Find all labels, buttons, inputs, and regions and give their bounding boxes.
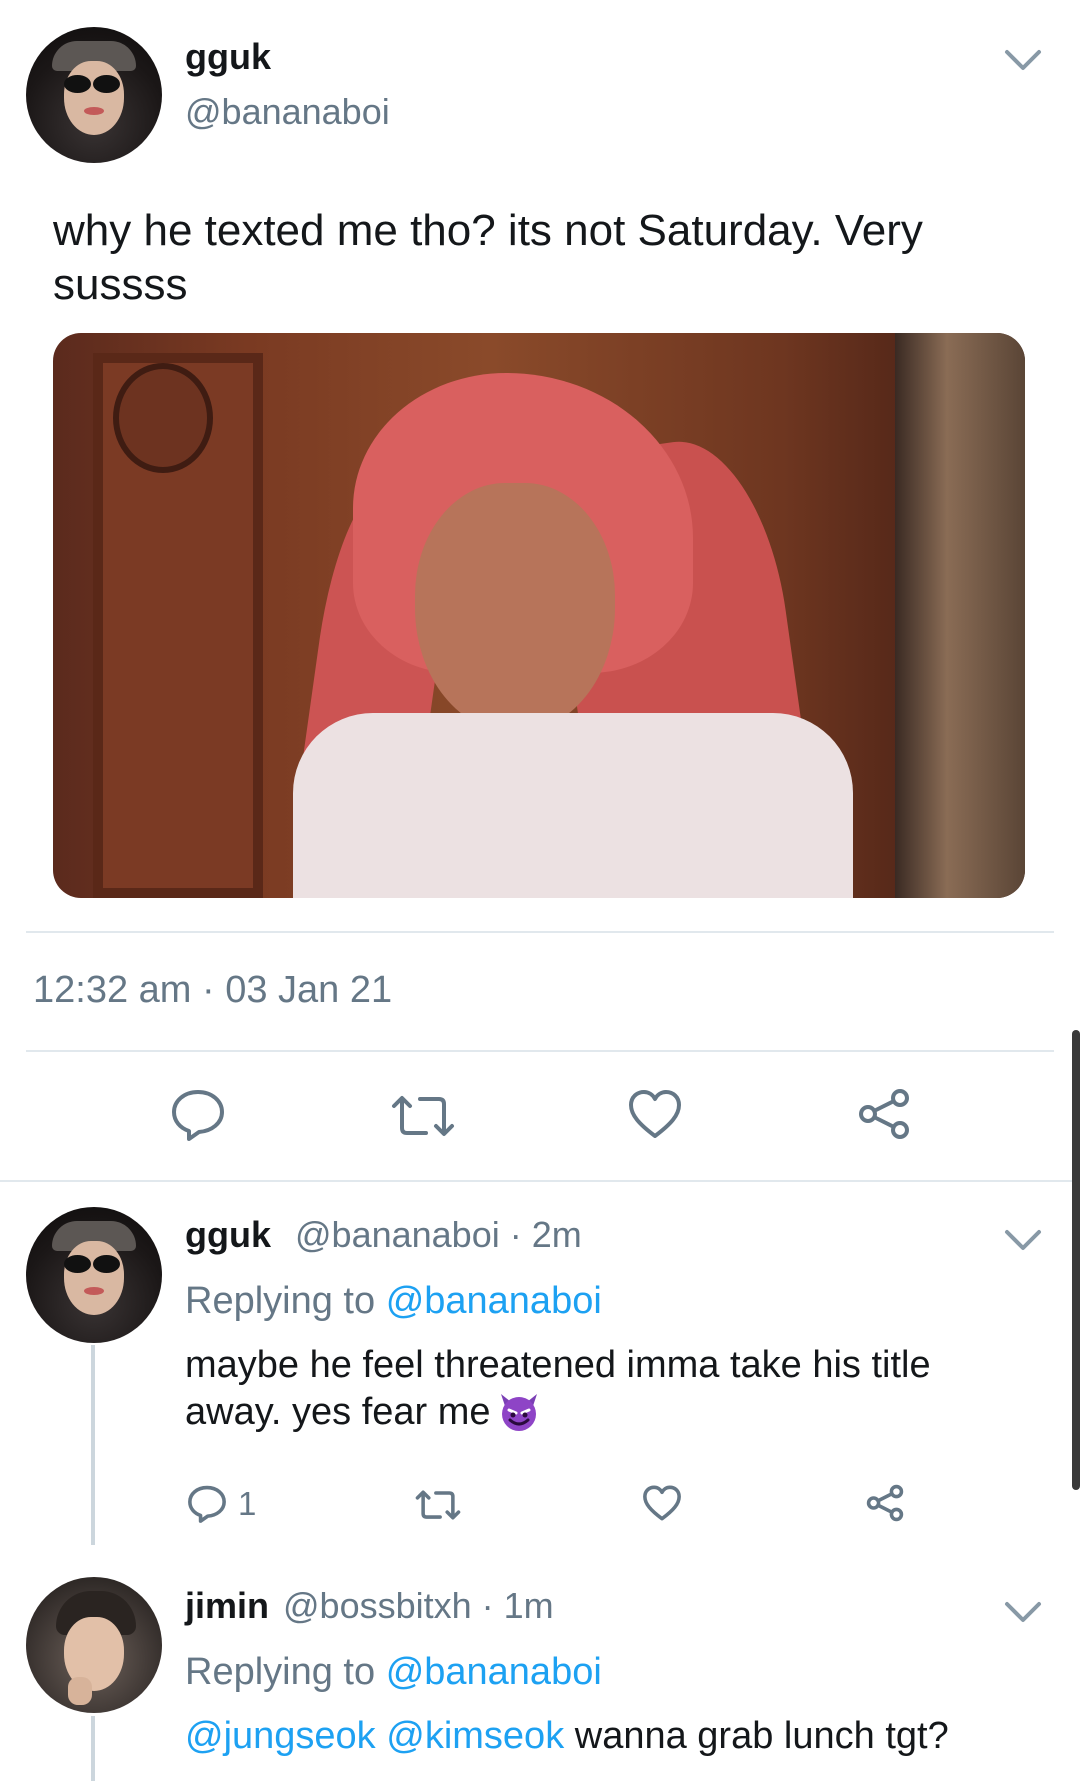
scrollbar[interactable] — [1072, 1030, 1080, 1490]
retweet-button[interactable] — [388, 1092, 458, 1140]
thread-line — [91, 1716, 95, 1781]
tweet-timestamp: 12:32 am · 03 Jan 21 — [33, 969, 393, 1011]
share-icon — [859, 1089, 909, 1139]
reply-button[interactable] — [187, 1484, 227, 1524]
chevron-down-icon[interactable] — [1003, 1228, 1043, 1254]
author-name[interactable]: gguk — [185, 1214, 271, 1256]
retweet-button[interactable] — [413, 1488, 463, 1522]
avatar[interactable] — [26, 1577, 162, 1713]
reply-icon — [188, 1485, 226, 1523]
divider — [26, 1050, 1054, 1052]
replying-to: Replying to @bananaboi — [185, 1280, 602, 1322]
heart-icon — [643, 1485, 681, 1521]
chevron-down-icon[interactable] — [1003, 48, 1043, 74]
divider — [0, 1180, 1080, 1182]
author-meta: @bossbitxh · 1m — [283, 1585, 554, 1626]
share-button[interactable] — [856, 1086, 912, 1142]
avatar[interactable] — [26, 1207, 162, 1343]
thread-line — [91, 1345, 95, 1545]
like-button[interactable] — [642, 1484, 682, 1522]
mention-link[interactable]: @kimseok — [386, 1715, 564, 1757]
replying-to: Replying to @bananaboi — [185, 1651, 602, 1693]
divider — [26, 931, 1054, 933]
mention-link[interactable]: @jungseok — [185, 1715, 376, 1757]
replying-to-link[interactable]: @bananaboi — [386, 1651, 602, 1693]
share-icon — [866, 1484, 904, 1522]
heart-icon — [629, 1090, 681, 1138]
smiling-imp-emoji — [500, 1394, 537, 1431]
replying-to-link[interactable]: @bananaboi — [386, 1280, 602, 1322]
like-button[interactable] — [627, 1088, 683, 1140]
chevron-down-icon[interactable] — [1003, 1600, 1043, 1626]
share-button[interactable] — [865, 1482, 905, 1524]
retweet-icon — [392, 1096, 454, 1136]
retweet-icon — [415, 1490, 461, 1520]
author-name[interactable]: jimin — [185, 1585, 269, 1627]
avatar[interactable] — [26, 27, 162, 163]
reply-icon — [172, 1090, 224, 1141]
author-meta: @bananaboi · 2m — [295, 1214, 582, 1255]
reply-button[interactable] — [170, 1088, 226, 1142]
reply-text: @jungseok @kimseok wanna grab lunch tgt? — [185, 1715, 949, 1757]
author-handle[interactable]: @bananaboi — [185, 91, 390, 133]
tweet-image[interactable] — [53, 333, 1025, 898]
reply-count: 1 — [238, 1485, 257, 1522]
author-name[interactable]: gguk — [185, 36, 271, 78]
tweet-text: why he texted me tho? its not Saturday. … — [53, 206, 923, 309]
reply-text: maybe he feel threatened imma take his t… — [185, 1344, 931, 1433]
